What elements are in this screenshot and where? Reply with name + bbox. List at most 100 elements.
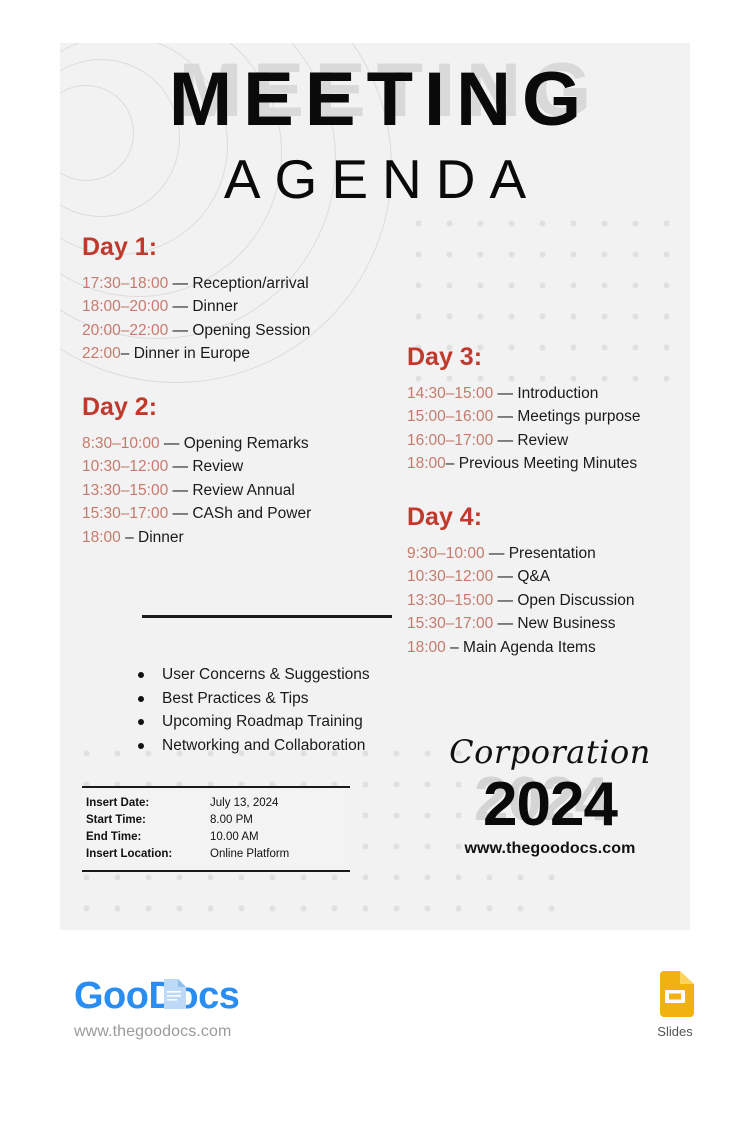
agenda-separator: – [445,455,459,473]
agenda-separator: — [493,591,518,609]
agenda-separator: — [493,615,518,633]
list-item: Upcoming Roadmap Training [130,710,430,734]
footer-url[interactable]: www.thegoodocs.com [74,1023,231,1041]
slides-label: Slides [657,1024,693,1039]
day-1-heading: Day 1: [82,233,158,261]
google-slides-badge[interactable]: Slides [645,971,705,1039]
footer: GooDocs www.thegoodocs.com Slides [0,955,750,1065]
corporation-block: Corporation 2024 2024 www.thegoodocs.com [410,733,690,858]
agenda-item: 13:30–15:00 — Open Discussion [407,589,690,612]
day-block-2: Day 2: 8:30–10:00 — Opening Remarks 10:3… [82,393,392,549]
title-meeting-text: MEETING [168,57,593,142]
agenda-time: 22:00 [82,345,121,363]
agenda-card: MEETING MEETING AGENDA Day 1: 17:30–18:0… [60,43,690,930]
list-item: Best Practices & Tips [130,687,430,711]
agenda-description: Dinner in Europe [133,345,251,363]
detail-value: July 13, 2024 [210,797,279,809]
topics-list: User Concerns & Suggestions Best Practic… [130,663,430,758]
event-details-box: Insert Date: July 13, 2024 Start Time: 8… [82,786,350,872]
agenda-description: Presentation [508,545,596,562]
table-row: Start Time: 8.00 PM [82,812,350,829]
agenda-separator: — [168,321,193,339]
agenda-item: 9:30–10:00 — Presentation [407,542,690,565]
day-3-heading: Day 3: [407,343,483,371]
agenda-description: Review [192,458,244,476]
day-2-heading: Day 2: [82,393,158,421]
agenda-description: Review Annual [192,481,295,499]
agenda-description: Q&A [517,568,551,586]
agenda-separator: – [120,345,134,363]
agenda-separator: — [168,298,193,316]
document-icon [164,979,186,1009]
agenda-description: New Business [517,615,616,633]
agenda-item: 18:00 – Main Agenda Items [407,636,690,659]
detail-label: Insert Date: [86,797,150,809]
day-block-1: Day 1: 17:30–18:00 — Reception/arrival 1… [82,233,382,366]
agenda-time: 9:30–10:00 [407,545,485,562]
agenda-separator: — [493,431,518,449]
agenda-separator: — [168,275,193,292]
agenda-description: Opening Session [192,321,311,339]
agenda-description: Previous Meeting Minutes [458,455,638,473]
agenda-time: 13:30–15:00 [407,591,494,609]
agenda-time: 16:00–17:00 [407,431,494,449]
agenda-time: 18:00 [407,455,446,473]
table-row: Insert Location: Online Platform [82,846,350,863]
list-item: User Concerns & Suggestions [130,663,430,687]
detail-value: 8.00 PM [210,814,253,826]
table-row: Insert Date: July 13, 2024 [82,795,350,812]
corporation-url: www.thegoodocs.com [464,840,636,857]
agenda-time: 10:30–12:00 [407,568,494,586]
agenda-separator: — [168,505,193,523]
agenda-description: Open Discussion [517,591,635,609]
year-text: 2024 [483,770,618,839]
agenda-description: CASh and Power [192,505,312,523]
agenda-separator: — [493,568,518,586]
agenda-description: Review [517,431,569,449]
agenda-item: 10:30–12:00 — Q&A [407,565,690,588]
agenda-item: 13:30–15:00 — Review Annual [82,479,392,502]
agenda-time: 15:30–17:00 [82,505,169,523]
agenda-item: 14:30–15:00 — Introduction [407,382,690,405]
agenda-item: 8:30–10:00 — Opening Remarks [82,432,392,455]
agenda-time: 20:00–22:00 [82,321,169,339]
agenda-time: 15:30–17:00 [407,615,494,633]
agenda-time: 10:30–12:00 [82,458,169,476]
detail-label: Insert Location: [86,848,173,860]
agenda-item: 15:30–17:00 — CASh and Power [82,502,392,525]
page-title: MEETING MEETING AGENDA [60,48,690,211]
agenda-item: 22:00– Dinner in Europe [82,342,382,365]
agenda-item: 20:00–22:00 — Opening Session [82,319,382,342]
agenda-separator: — [484,545,509,562]
year-block: 2024 2024 [410,768,690,839]
agenda-description: Dinner [138,528,184,546]
agenda-time: 18:00–20:00 [82,298,169,316]
agenda-separator: — [159,435,184,452]
event-details-table: Insert Date: July 13, 2024 Start Time: 8… [82,795,350,863]
title-agenda-text: AGENDA [223,148,541,210]
agenda-time: 17:30–18:00 [82,275,169,292]
title-meeting: MEETING MEETING [60,48,690,143]
day-block-3: Day 3: 14:30–15:00 — Introduction 15:00–… [407,343,690,476]
goodocs-logo-text: GooDocs [74,975,240,1017]
agenda-time: 13:30–15:00 [82,481,169,499]
day-block-4: Day 4: 9:30–10:00 — Presentation 10:30–1… [407,503,690,659]
agenda-description: Opening Remarks [183,435,309,452]
agenda-separator: – [445,638,464,656]
agenda-item: 16:00–17:00 — Review [407,429,690,452]
agenda-separator: — [168,481,193,499]
agenda-item: 18:00 – Dinner [82,526,392,549]
agenda-item: 15:00–16:00 — Meetings purpose [407,405,690,428]
goodocs-logo[interactable]: GooDocs [74,973,240,1019]
agenda-description: Meetings purpose [517,408,641,426]
poster-page: MEETING MEETING AGENDA Day 1: 17:30–18:0… [0,0,750,1144]
detail-label: End Time: [86,831,142,843]
agenda-separator: – [120,528,139,546]
agenda-separator: — [493,385,518,402]
agenda-time: 18:00 [82,528,121,546]
list-item: Networking and Collaboration [130,734,430,758]
agenda-item: 10:30–12:00 — Review [82,455,392,478]
detail-label: Start Time: [86,814,146,826]
agenda-time: 18:00 [407,638,446,656]
agenda-separator: — [168,458,193,476]
